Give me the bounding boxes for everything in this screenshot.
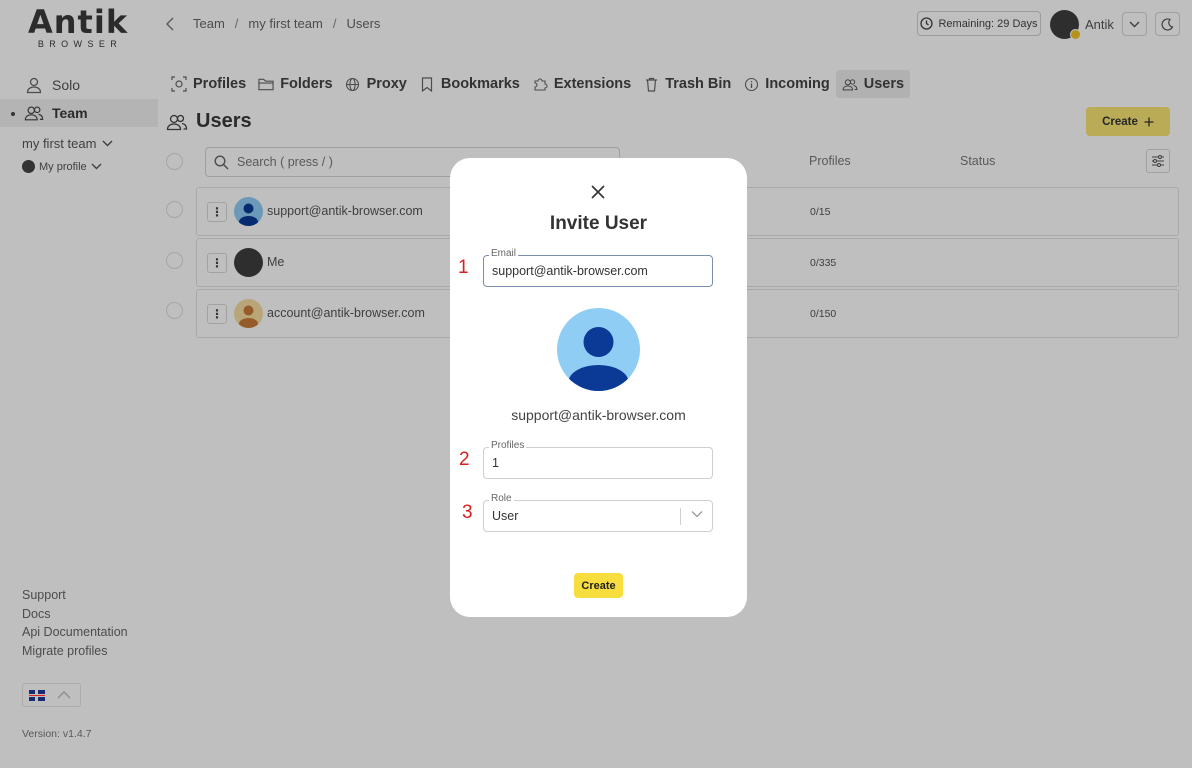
role-select-label: Role: [489, 493, 514, 505]
modal-title: Invite User: [549, 213, 648, 234]
invite-user-modal: Invite User 1 Email support@antik-browse…: [450, 158, 747, 617]
profiles-field[interactable]: Profiles 1: [483, 440, 713, 479]
email-field-value: support@antik-browser.com: [492, 264, 648, 278]
step-number-1: 1: [458, 257, 469, 278]
role-select-value: User: [492, 509, 519, 523]
email-field[interactable]: Email support@antik-browser.com: [483, 248, 713, 287]
step-number-3: 3: [462, 502, 473, 523]
email-field-label: Email: [489, 248, 519, 260]
role-select[interactable]: Role User: [483, 493, 713, 532]
avatar: [557, 308, 640, 391]
profiles-field-value: 1: [492, 456, 499, 470]
preview-email: support@antik-browser.com: [511, 407, 686, 423]
close-icon[interactable]: [589, 183, 607, 201]
chevron-down-icon[interactable]: [691, 510, 703, 518]
step-number-2: 2: [459, 449, 470, 470]
profiles-field-label: Profiles: [489, 440, 527, 452]
select-divider: [680, 508, 681, 525]
create-user-button[interactable]: Create: [574, 573, 623, 598]
